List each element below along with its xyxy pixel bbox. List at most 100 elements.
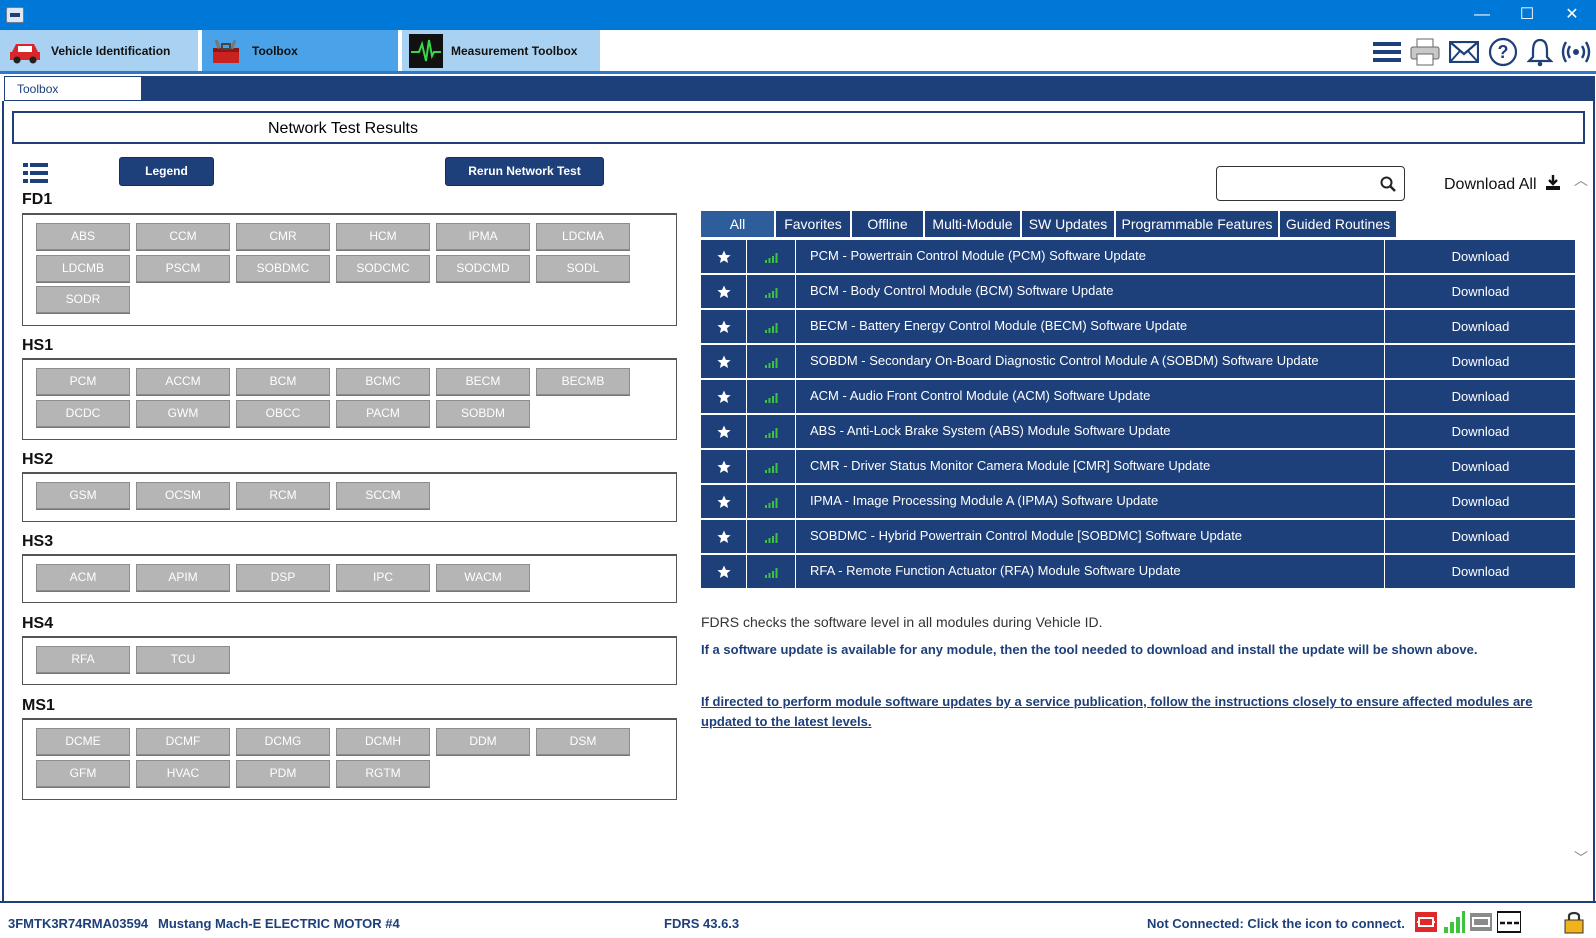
update-name[interactable]: RFA - Remote Function Actuator (RFA) Mod… [797, 555, 1385, 588]
module-button[interactable]: SCCM [336, 482, 430, 509]
module-button[interactable]: GFM [36, 760, 130, 787]
favorite-star-icon[interactable] [701, 520, 747, 553]
maximize-button[interactable]: ☐ [1505, 0, 1549, 30]
filter-tab-programmable-features[interactable]: Programmable Features [1116, 211, 1279, 237]
module-button[interactable]: CCM [136, 223, 230, 250]
update-name[interactable]: CMR - Driver Status Monitor Camera Modul… [797, 450, 1385, 483]
module-button[interactable]: DDM [436, 728, 530, 755]
module-button[interactable]: HVAC [136, 760, 230, 787]
module-button[interactable]: SOBDMC [236, 255, 330, 282]
network-adapter-icon[interactable] [1469, 910, 1493, 934]
minimize-button[interactable]: — [1460, 0, 1504, 30]
module-button[interactable]: BECMB [536, 368, 630, 395]
filter-tab-guided-routines[interactable]: Guided Routines [1280, 211, 1397, 237]
favorite-star-icon[interactable] [701, 415, 747, 448]
download-button[interactable]: Download [1386, 275, 1575, 308]
search-input[interactable] [1216, 166, 1405, 201]
dashed-line-icon[interactable] [1497, 910, 1521, 934]
favorite-star-icon[interactable] [701, 380, 747, 413]
module-button[interactable]: DCMH [336, 728, 430, 755]
module-button[interactable]: PDM [236, 760, 330, 787]
filter-tab-offline[interactable]: Offline [852, 211, 924, 237]
signal-strength-icon[interactable] [1442, 910, 1466, 934]
download-button[interactable]: Download [1386, 345, 1575, 378]
module-button[interactable]: RCM [236, 482, 330, 509]
module-button[interactable]: ABS [36, 223, 130, 250]
vci-disconnected-icon[interactable] [1414, 910, 1438, 934]
download-button[interactable]: Download [1386, 310, 1575, 343]
scroll-up-arrow[interactable]: ︿ [1574, 170, 1588, 190]
module-button[interactable]: SODL [536, 255, 630, 282]
module-button[interactable]: GWM [136, 400, 230, 427]
module-button[interactable]: IPC [336, 564, 430, 591]
tab-toolbox[interactable]: Toolbox [202, 30, 400, 72]
update-name[interactable]: PCM - Powertrain Control Module (PCM) So… [797, 240, 1385, 273]
module-button[interactable]: SODCMC [336, 255, 430, 282]
search-icon[interactable] [1380, 176, 1396, 192]
update-name[interactable]: BECM - Battery Energy Control Module (BE… [797, 310, 1385, 343]
module-button[interactable]: LDCMA [536, 223, 630, 250]
filter-tab-multi-module[interactable]: Multi-Module [925, 211, 1021, 237]
module-button[interactable]: TCU [136, 646, 230, 673]
hamburger-menu-icon[interactable] [1371, 36, 1403, 68]
module-button[interactable]: DSP [236, 564, 330, 591]
module-button[interactable]: RFA [36, 646, 130, 673]
favorite-star-icon[interactable] [701, 345, 747, 378]
module-button[interactable]: WACM [436, 564, 530, 591]
service-publication-link[interactable]: If directed to perform module software u… [701, 692, 1571, 732]
tab-vehicle-identification[interactable]: Vehicle Identification [0, 30, 200, 72]
module-button[interactable]: LDCMB [36, 255, 130, 282]
download-all-button[interactable]: Download All [1444, 174, 1561, 194]
module-button[interactable]: ACCM [136, 368, 230, 395]
module-button[interactable]: DSM [536, 728, 630, 755]
download-button[interactable]: Download [1386, 415, 1575, 448]
scroll-down-arrow[interactable]: ﹀ [1574, 848, 1588, 868]
favorite-star-icon[interactable] [701, 240, 747, 273]
download-button[interactable]: Download [1386, 450, 1575, 483]
module-button[interactable]: ACM [36, 564, 130, 591]
update-name[interactable]: ABS - Anti-Lock Brake System (ABS) Modul… [797, 415, 1385, 448]
broadcast-icon[interactable] [1560, 36, 1592, 68]
module-button[interactable]: CMR [236, 223, 330, 250]
favorite-star-icon[interactable] [701, 310, 747, 343]
module-button[interactable]: DCDC [36, 400, 130, 427]
filter-tab-sw-updates[interactable]: SW Updates [1022, 211, 1115, 237]
module-button[interactable]: SODR [36, 286, 130, 313]
module-button[interactable]: RGTM [336, 760, 430, 787]
module-button[interactable]: IPMA [436, 223, 530, 250]
download-button[interactable]: Download [1386, 380, 1575, 413]
module-button[interactable]: DCMG [236, 728, 330, 755]
update-name[interactable]: ACM - Audio Front Control Module (ACM) S… [797, 380, 1385, 413]
tab-measurement-toolbox[interactable]: Measurement Toolbox [402, 30, 602, 72]
update-name[interactable]: BCM - Body Control Module (BCM) Software… [797, 275, 1385, 308]
favorite-star-icon[interactable] [701, 275, 747, 308]
module-button[interactable]: PACM [336, 400, 430, 427]
rerun-network-test-button[interactable]: Rerun Network Test [445, 157, 604, 186]
download-button[interactable]: Download [1386, 520, 1575, 553]
module-button[interactable]: HCM [336, 223, 430, 250]
module-button[interactable]: PCM [36, 368, 130, 395]
module-button[interactable]: BCMC [336, 368, 430, 395]
bell-icon[interactable] [1524, 36, 1556, 68]
module-button[interactable]: APIM [136, 564, 230, 591]
subtab-toolbox[interactable]: Toolbox [4, 76, 142, 101]
favorite-star-icon[interactable] [701, 450, 747, 483]
printer-icon[interactable] [1409, 36, 1441, 68]
module-button[interactable]: PSCM [136, 255, 230, 282]
update-name[interactable]: IPMA - Image Processing Module A (IPMA) … [797, 485, 1385, 518]
module-button[interactable]: OCSM [136, 482, 230, 509]
module-button[interactable]: DCMF [136, 728, 230, 755]
update-name[interactable]: SOBDMC - Hybrid Powertrain Control Modul… [797, 520, 1385, 553]
module-button[interactable]: BECM [436, 368, 530, 395]
close-button[interactable]: ✕ [1550, 0, 1594, 30]
module-button[interactable]: OBCC [236, 400, 330, 427]
module-button[interactable]: BCM [236, 368, 330, 395]
update-name[interactable]: SOBDM - Secondary On-Board Diagnostic Co… [797, 345, 1385, 378]
download-button[interactable]: Download [1386, 240, 1575, 273]
legend-button[interactable]: Legend [119, 157, 214, 186]
module-button[interactable]: SOBDM [436, 400, 530, 427]
favorite-star-icon[interactable] [701, 555, 747, 588]
filter-tab-favorites[interactable]: Favorites [776, 211, 851, 237]
mail-icon[interactable] [1448, 36, 1480, 68]
module-button[interactable]: GSM [36, 482, 130, 509]
